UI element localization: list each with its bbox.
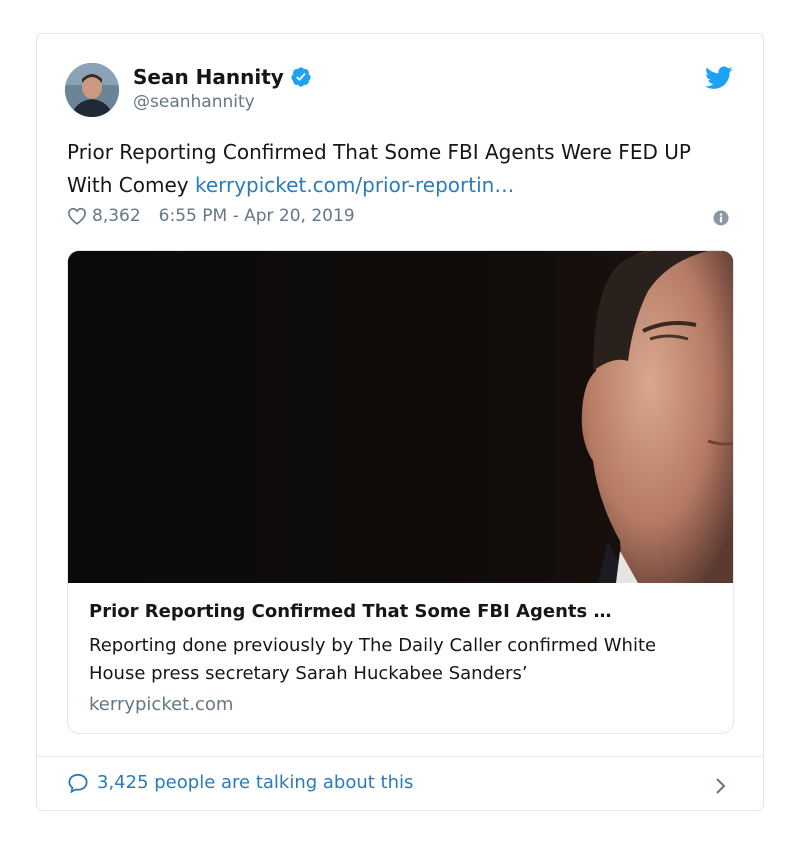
like-count[interactable]: 8,362 [92,206,141,226]
embedded-tweet[interactable]: Sean Hannity @seanhannity Prior Reportin… [36,33,764,811]
tweet-meta: 8,362 6:55 PM - Apr 20, 2019 [67,206,355,226]
verified-badge-icon [291,67,311,87]
author-handle[interactable]: @seanhannity [133,92,255,112]
talking-link[interactable]: 3,425 people are talking about this [67,772,413,793]
card-image[interactable] [68,251,733,583]
heart-icon[interactable] [67,207,87,225]
card-title[interactable]: Prior Reporting Confirmed That Some FBI … [89,601,709,622]
card-domain[interactable]: kerrypicket.com [89,694,233,715]
twitter-bird-icon[interactable] [705,66,733,90]
speech-bubble-icon [68,773,88,793]
talking-label[interactable]: 3,425 people are talking about this [97,772,413,793]
tweet-link[interactable]: kerrypicket.com/prior-reportin… [195,173,514,197]
tweet-timestamp[interactable]: 6:55 PM - Apr 20, 2019 [159,206,355,226]
info-icon[interactable] [713,210,729,226]
chevron-right-icon[interactable] [715,777,727,795]
card-description: Reporting done previously by The Daily C… [89,635,657,684]
link-card[interactable]: Prior Reporting Confirmed That Some FBI … [67,250,734,734]
avatar[interactable] [65,63,119,117]
author-name-text[interactable]: Sean Hannity [133,65,284,89]
divider [37,756,763,757]
tweet-text: Prior Reporting Confirmed That Some FBI … [67,136,739,202]
author-name[interactable]: Sean Hannity [133,65,312,89]
